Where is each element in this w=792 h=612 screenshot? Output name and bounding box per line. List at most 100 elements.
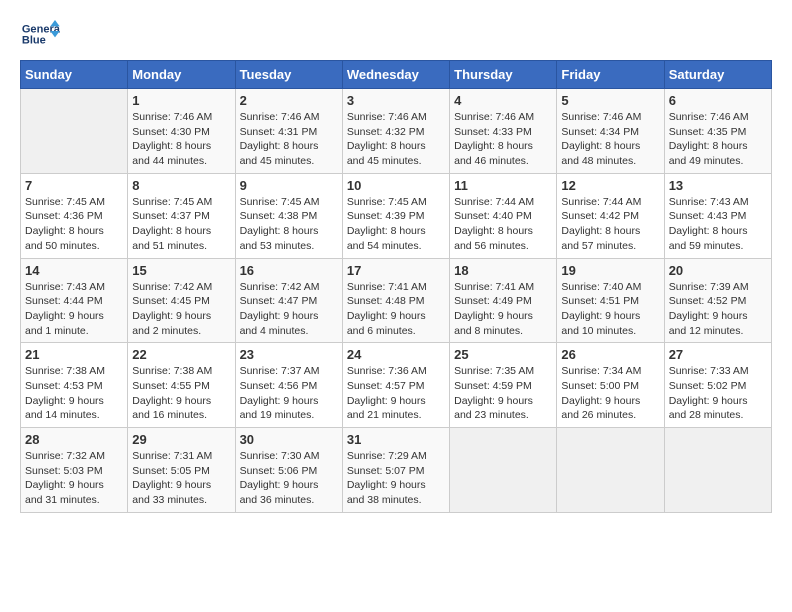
- day-number: 3: [347, 93, 445, 108]
- day-info: Sunrise: 7:34 AMSunset: 5:00 PMDaylight:…: [561, 364, 659, 423]
- day-info: Sunrise: 7:35 AMSunset: 4:59 PMDaylight:…: [454, 364, 552, 423]
- calendar-cell: 29Sunrise: 7:31 AMSunset: 5:05 PMDayligh…: [128, 428, 235, 513]
- logo: General Blue: [20, 20, 60, 50]
- calendar-week-3: 14Sunrise: 7:43 AMSunset: 4:44 PMDayligh…: [21, 258, 772, 343]
- calendar-cell: 7 Sunrise: 7:45 AMSunset: 4:36 PMDaylight…: [21, 173, 128, 258]
- day-info: Sunrise: 7:40 AMSunset: 4:51 PMDaylight:…: [561, 280, 659, 339]
- calendar-cell: 9 Sunrise: 7:45 AMSunset: 4:38 PMDaylight…: [235, 173, 342, 258]
- calendar-cell: 5 Sunrise: 7:46 AMSunset: 4:34 PMDaylight…: [557, 89, 664, 174]
- calendar-cell: 8 Sunrise: 7:45 AMSunset: 4:37 PMDaylight…: [128, 173, 235, 258]
- calendar-week-1: 1Sunrise: 7:46 AMSunset: 4:30 PMDaylight…: [21, 89, 772, 174]
- calendar-cell: 15Sunrise: 7:42 AMSunset: 4:45 PMDayligh…: [128, 258, 235, 343]
- calendar-cell: 21 Sunrise: 7:38 AMSunset: 4:53 PMDayligh…: [21, 343, 128, 428]
- day-number: 27: [669, 347, 767, 362]
- day-info: Sunrise: 7:45 AMSunset: 4:38 PMDaylight:…: [240, 195, 338, 254]
- calendar-cell: 19 Sunrise: 7:40 AMSunset: 4:51 PMDayligh…: [557, 258, 664, 343]
- day-info: Sunrise: 7:46 AMSunset: 4:32 PMDaylight:…: [347, 110, 445, 169]
- header-day-tuesday: Tuesday: [235, 61, 342, 89]
- calendar-cell: [557, 428, 664, 513]
- calendar-cell: [450, 428, 557, 513]
- calendar-cell: 26 Sunrise: 7:34 AMSunset: 5:00 PMDayligh…: [557, 343, 664, 428]
- day-info: Sunrise: 7:44 AMSunset: 4:40 PMDaylight:…: [454, 195, 552, 254]
- day-number: 18: [454, 263, 552, 278]
- calendar-cell: 20 Sunrise: 7:39 AMSunset: 4:52 PMDayligh…: [664, 258, 771, 343]
- day-info: Sunrise: 7:32 AMSunset: 5:03 PMDaylight:…: [25, 449, 123, 508]
- calendar-cell: 30 Sunrise: 7:30 AMSunset: 5:06 PMDayligh…: [235, 428, 342, 513]
- calendar-cell: 24 Sunrise: 7:36 AMSunset: 4:57 PMDayligh…: [342, 343, 449, 428]
- header-day-saturday: Saturday: [664, 61, 771, 89]
- day-number: 25: [454, 347, 552, 362]
- calendar-cell: 12 Sunrise: 7:44 AMSunset: 4:42 PMDayligh…: [557, 173, 664, 258]
- day-number: 4: [454, 93, 552, 108]
- header-day-monday: Monday: [128, 61, 235, 89]
- day-number: 5: [561, 93, 659, 108]
- day-number: 16: [240, 263, 338, 278]
- day-number: 7: [25, 178, 123, 193]
- day-info: Sunrise: 7:42 AMSunset: 4:47 PMDaylight:…: [240, 280, 338, 339]
- day-info: Sunrise: 7:45 AMSunset: 4:37 PMDaylight:…: [132, 195, 230, 254]
- day-number: 17: [347, 263, 445, 278]
- day-number: 1: [132, 93, 230, 108]
- day-number: 26: [561, 347, 659, 362]
- day-info: Sunrise: 7:46 AMSunset: 4:34 PMDaylight:…: [561, 110, 659, 169]
- calendar-cell: 14Sunrise: 7:43 AMSunset: 4:44 PMDayligh…: [21, 258, 128, 343]
- day-info: Sunrise: 7:36 AMSunset: 4:57 PMDaylight:…: [347, 364, 445, 423]
- day-number: 6: [669, 93, 767, 108]
- calendar-cell: 27 Sunrise: 7:33 AMSunset: 5:02 PMDayligh…: [664, 343, 771, 428]
- calendar-cell: 2Sunrise: 7:46 AMSunset: 4:31 PMDaylight…: [235, 89, 342, 174]
- calendar-cell: 22 Sunrise: 7:38 AMSunset: 4:55 PMDayligh…: [128, 343, 235, 428]
- calendar-week-4: 21 Sunrise: 7:38 AMSunset: 4:53 PMDayligh…: [21, 343, 772, 428]
- day-info: Sunrise: 7:29 AMSunset: 5:07 PMDaylight:…: [347, 449, 445, 508]
- day-info: Sunrise: 7:44 AMSunset: 4:42 PMDaylight:…: [561, 195, 659, 254]
- calendar-week-2: 7 Sunrise: 7:45 AMSunset: 4:36 PMDaylight…: [21, 173, 772, 258]
- day-info: Sunrise: 7:30 AMSunset: 5:06 PMDaylight:…: [240, 449, 338, 508]
- day-number: 31: [347, 432, 445, 447]
- calendar-cell: 13 Sunrise: 7:43 AMSunset: 4:43 PMDayligh…: [664, 173, 771, 258]
- day-number: 20: [669, 263, 767, 278]
- day-info: Sunrise: 7:46 AMSunset: 4:35 PMDaylight:…: [669, 110, 767, 169]
- calendar-table: SundayMondayTuesdayWednesdayThursdayFrid…: [20, 60, 772, 513]
- calendar-cell: [21, 89, 128, 174]
- day-number: 2: [240, 93, 338, 108]
- day-info: Sunrise: 7:46 AMSunset: 4:33 PMDaylight:…: [454, 110, 552, 169]
- day-info: Sunrise: 7:31 AMSunset: 5:05 PMDaylight:…: [132, 449, 230, 508]
- day-number: 12: [561, 178, 659, 193]
- calendar-cell: 10Sunrise: 7:45 AMSunset: 4:39 PMDayligh…: [342, 173, 449, 258]
- header-day-sunday: Sunday: [21, 61, 128, 89]
- calendar-week-5: 28Sunrise: 7:32 AMSunset: 5:03 PMDayligh…: [21, 428, 772, 513]
- calendar-header-row: SundayMondayTuesdayWednesdayThursdayFrid…: [21, 61, 772, 89]
- day-number: 9: [240, 178, 338, 193]
- day-number: 22: [132, 347, 230, 362]
- day-number: 30: [240, 432, 338, 447]
- day-info: Sunrise: 7:38 AMSunset: 4:53 PMDaylight:…: [25, 364, 123, 423]
- logo-icon: General Blue: [20, 20, 60, 50]
- day-number: 8: [132, 178, 230, 193]
- day-info: Sunrise: 7:39 AMSunset: 4:52 PMDaylight:…: [669, 280, 767, 339]
- day-info: Sunrise: 7:42 AMSunset: 4:45 PMDaylight:…: [132, 280, 230, 339]
- day-info: Sunrise: 7:41 AMSunset: 4:49 PMDaylight:…: [454, 280, 552, 339]
- day-number: 19: [561, 263, 659, 278]
- header: General Blue: [20, 20, 772, 50]
- calendar-cell: 4 Sunrise: 7:46 AMSunset: 4:33 PMDaylight…: [450, 89, 557, 174]
- day-info: Sunrise: 7:33 AMSunset: 5:02 PMDaylight:…: [669, 364, 767, 423]
- calendar-cell: 17 Sunrise: 7:41 AMSunset: 4:48 PMDayligh…: [342, 258, 449, 343]
- day-info: Sunrise: 7:38 AMSunset: 4:55 PMDaylight:…: [132, 364, 230, 423]
- day-number: 21: [25, 347, 123, 362]
- day-info: Sunrise: 7:45 AMSunset: 4:36 PMDaylight:…: [25, 195, 123, 254]
- calendar-cell: 25 Sunrise: 7:35 AMSunset: 4:59 PMDayligh…: [450, 343, 557, 428]
- svg-text:Blue: Blue: [22, 35, 46, 47]
- day-info: Sunrise: 7:43 AMSunset: 4:43 PMDaylight:…: [669, 195, 767, 254]
- day-info: Sunrise: 7:41 AMSunset: 4:48 PMDaylight:…: [347, 280, 445, 339]
- calendar-cell: 31 Sunrise: 7:29 AMSunset: 5:07 PMDayligh…: [342, 428, 449, 513]
- day-number: 24: [347, 347, 445, 362]
- calendar-cell: 16 Sunrise: 7:42 AMSunset: 4:47 PMDayligh…: [235, 258, 342, 343]
- day-number: 13: [669, 178, 767, 193]
- calendar-cell: 18 Sunrise: 7:41 AMSunset: 4:49 PMDayligh…: [450, 258, 557, 343]
- calendar-cell: [664, 428, 771, 513]
- calendar-cell: 1Sunrise: 7:46 AMSunset: 4:30 PMDaylight…: [128, 89, 235, 174]
- day-number: 10: [347, 178, 445, 193]
- header-day-friday: Friday: [557, 61, 664, 89]
- header-day-thursday: Thursday: [450, 61, 557, 89]
- calendar-cell: 23Sunrise: 7:37 AMSunset: 4:56 PMDayligh…: [235, 343, 342, 428]
- calendar-cell: 11Sunrise: 7:44 AMSunset: 4:40 PMDayligh…: [450, 173, 557, 258]
